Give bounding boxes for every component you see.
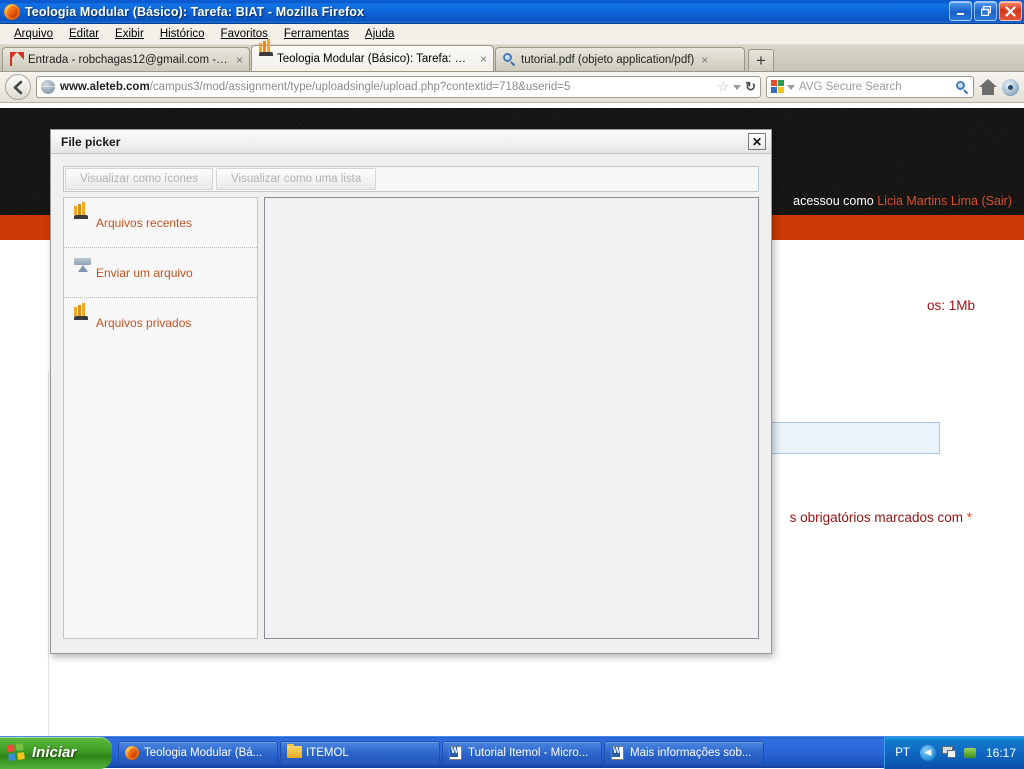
back-button[interactable] (5, 74, 31, 100)
taskbar-items: Teologia Modular (Bá... ITEMOL Tutorial … (118, 741, 884, 765)
menu-item-editar[interactable]: Editar (61, 26, 107, 42)
dialog-title: File picker (61, 135, 120, 149)
sidebar-item-label: Arquivos privados (96, 316, 191, 330)
max-size-note: os: 1Mb (927, 298, 975, 313)
dialog-panes: Arquivos recentes Enviar um arquivo Arqu… (63, 197, 759, 639)
required-fields-note: s obrigatórios marcados com * (790, 510, 972, 525)
magnifier-icon (503, 53, 517, 67)
taskbar-item-firefox[interactable]: Teologia Modular (Bá... (118, 741, 278, 765)
menu-bar: Arquivo Editar Exibir Histórico Favorito… (0, 24, 1024, 45)
page-left-border (48, 372, 49, 736)
gmail-icon (10, 53, 24, 67)
moodle-icon (74, 316, 90, 331)
upload-icon (74, 265, 90, 280)
taskbar-item-tutorial-itemol[interactable]: Tutorial Itemol - Micro... (442, 741, 602, 765)
menu-item-historico[interactable]: Histórico (152, 26, 213, 42)
tab-close-icon[interactable]: × (236, 53, 243, 67)
moodle-icon (74, 215, 90, 230)
required-note-text: s obrigatórios marcados com (790, 510, 963, 525)
network-icon[interactable] (942, 746, 957, 759)
login-prefix: acessou como (793, 194, 874, 208)
search-placeholder: AVG Secure Search (799, 81, 956, 93)
bookmark-star-icon[interactable]: ☆ (717, 79, 729, 95)
taskbar-item-label: Teologia Modular (Bá... (144, 747, 262, 759)
menu-item-ajuda[interactable]: Ajuda (357, 26, 402, 42)
moodle-icon (259, 52, 273, 66)
sidebar-item-label: Arquivos recentes (96, 216, 192, 230)
firefox-icon (125, 746, 139, 760)
menu-item-arquivo[interactable]: Arquivo (6, 26, 61, 42)
logout-link[interactable]: (Sair) (981, 194, 1012, 208)
menu-item-exibir[interactable]: Exibir (107, 26, 152, 42)
tab-teologia-modular[interactable]: Teologia Modular (Básico): Tarefa: BIAT … (251, 45, 494, 71)
home-icon[interactable] (979, 78, 997, 96)
taskbar-item-itemol[interactable]: ITEMOL (280, 741, 440, 765)
search-engine-chevron-icon[interactable] (787, 85, 795, 90)
window-title: Teologia Modular (Básico): Tarefa: BIAT … (25, 5, 364, 19)
taskbar-item-label: ITEMOL (306, 747, 349, 759)
language-indicator[interactable]: PT (895, 747, 914, 759)
file-picker-content-pane[interactable] (264, 197, 759, 639)
menu-item-ferramentas[interactable]: Ferramentas (276, 26, 357, 42)
chevron-left-icon[interactable]: ◀ (920, 745, 936, 761)
folder-icon (287, 746, 301, 760)
globe-icon (41, 80, 55, 94)
firefox-icon (4, 4, 20, 20)
login-status: acessou como Licia Martins Lima (Sair) (793, 194, 1012, 208)
file-picker-sidebar: Arquivos recentes Enviar um arquivo Arqu… (63, 197, 258, 639)
window-titlebar: Teologia Modular (Básico): Tarefa: BIAT … (0, 0, 1024, 24)
tab-close-icon[interactable]: × (701, 53, 708, 67)
tab-gmail[interactable]: Entrada - robchagas12@gmail.com - Gmail … (2, 47, 250, 71)
url-bar[interactable]: www.aleteb.com/campus3/mod/assignment/ty… (36, 76, 761, 98)
sidebar-item-arquivos-recentes[interactable]: Arquivos recentes (64, 198, 257, 248)
tab-bar: Entrada - robchagas12@gmail.com - Gmail … (0, 45, 1024, 72)
tab-label: tutorial.pdf (objeto application/pdf) (521, 54, 694, 66)
chevron-down-icon[interactable] (733, 85, 741, 90)
windows-taskbar: Iniciar Teologia Modular (Bá... ITEMOL T… (0, 736, 1024, 768)
view-mode-toolbar: Visualizar como ícones Visualizar como u… (63, 166, 759, 192)
system-tray: PT ◀ 16:17 (884, 737, 1024, 769)
tab-label: Teologia Modular (Básico): Tarefa: BIAT (277, 53, 473, 65)
word-document-icon (449, 746, 463, 760)
system-clock[interactable]: 16:17 (984, 746, 1016, 760)
required-asterisk: * (967, 510, 972, 525)
tab-label: Entrada - robchagas12@gmail.com - Gmail (28, 54, 229, 66)
window-controls (949, 1, 1022, 21)
word-document-icon (611, 746, 625, 760)
security-shield-icon[interactable] (963, 746, 978, 760)
navigation-toolbar: www.aleteb.com/campus3/mod/assignment/ty… (0, 72, 1024, 103)
login-username[interactable]: Licia Martins Lima (877, 194, 978, 208)
sidebar-item-enviar-um-arquivo[interactable]: Enviar um arquivo (64, 248, 257, 298)
view-as-list-button[interactable]: Visualizar como uma lista (216, 168, 376, 190)
close-window-button[interactable] (999, 1, 1022, 21)
url-text: www.aleteb.com/campus3/mod/assignment/ty… (60, 81, 713, 93)
view-as-icons-button[interactable]: Visualizar como ícones (65, 168, 213, 190)
tab-close-icon[interactable]: × (480, 52, 487, 66)
upload-dropbox[interactable] (745, 422, 940, 454)
dialog-titlebar[interactable]: File picker ✕ (51, 130, 771, 154)
tab-tutorial-pdf[interactable]: tutorial.pdf (objeto application/pdf) × (495, 47, 745, 71)
sidebar-item-label: Enviar um arquivo (96, 266, 193, 280)
taskbar-item-mais-informacoes[interactable]: Mais informações sob... (604, 741, 764, 765)
dialog-close-button[interactable]: ✕ (748, 133, 766, 150)
dialog-content: Visualizar como ícones Visualizar como u… (63, 166, 759, 639)
maximize-restore-button[interactable] (974, 1, 997, 21)
search-input[interactable]: AVG Secure Search (766, 76, 974, 98)
search-icon[interactable] (956, 81, 969, 94)
url-bar-icons: ☆ ↻ (713, 79, 756, 95)
reload-icon[interactable]: ↻ (745, 79, 756, 95)
taskbar-item-label: Tutorial Itemol - Micro... (468, 747, 588, 759)
taskbar-item-label: Mais informações sob... (630, 747, 751, 759)
avg-shield-icon[interactable] (1002, 79, 1019, 96)
new-tab-button[interactable]: + (748, 49, 774, 71)
windows-logo-icon (7, 742, 27, 762)
start-label: Iniciar (32, 744, 76, 761)
file-picker-dialog: File picker ✕ Visualizar como ícones Vis… (50, 129, 772, 654)
sidebar-item-arquivos-privados[interactable]: Arquivos privados (64, 298, 257, 348)
avg-logo-icon (771, 80, 785, 94)
minimize-button[interactable] (949, 1, 972, 21)
start-button[interactable]: Iniciar (0, 737, 112, 769)
